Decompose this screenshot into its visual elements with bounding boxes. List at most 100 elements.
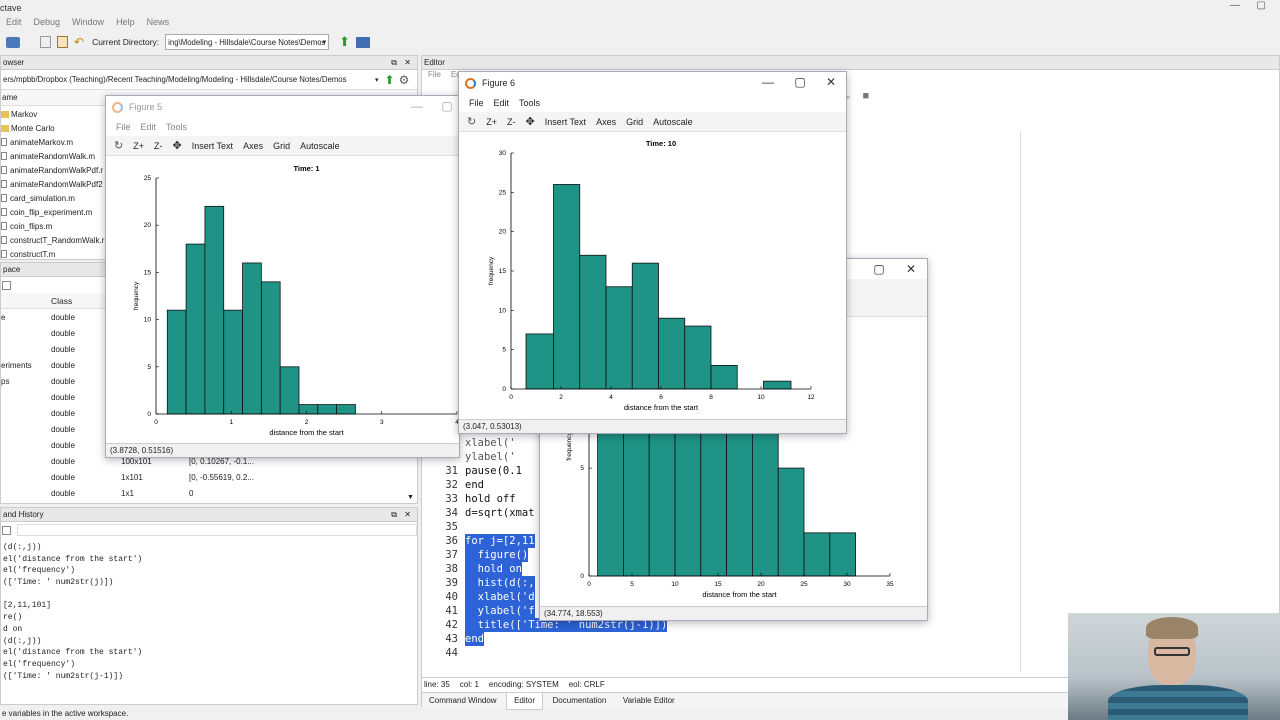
file-list-item[interactable]: coin_flips.m (1, 219, 105, 233)
up-directory-icon[interactable]: ⬆ (339, 34, 350, 50)
maximize-icon[interactable]: ▢ (785, 72, 815, 92)
workspace-row[interactable]: double 1x1 0 (1, 485, 417, 501)
figure6-menu-file[interactable]: File (469, 98, 484, 108)
filter-checkbox[interactable] (2, 525, 11, 535)
figure5-menu-tools[interactable]: Tools (166, 122, 187, 132)
code-line[interactable]: 44 (430, 646, 465, 660)
insert-text-button[interactable]: Insert Text (545, 117, 586, 127)
figure5-menu-edit[interactable]: Edit (141, 122, 157, 132)
figure6-plot[interactable]: 0 2 4 6 8 10 12 0 5 10 15 20 25 30 Time: 10 distance fr… (459, 132, 846, 419)
zoom-out-button[interactable]: Z- (507, 117, 516, 127)
code-line[interactable]: 36 for j=[2,11 (430, 534, 535, 548)
menu-edit[interactable]: Edit (0, 17, 22, 27)
tab-command-window[interactable]: Command Window (422, 693, 504, 709)
code-line[interactable]: 41 ylabel('f (430, 604, 535, 618)
tab-editor[interactable]: Editor (506, 693, 543, 710)
grid-button[interactable]: Grid (626, 117, 643, 127)
editor-menu-file[interactable]: File (428, 70, 441, 84)
copy-icon[interactable] (40, 36, 51, 48)
file-list-item[interactable]: constructT_RandomWalk.r (1, 233, 105, 247)
code-line[interactable]: 38 hold on (430, 562, 522, 576)
file-browser-path[interactable]: ers/mpbb/Dropbox (Teaching)/Recent Teach… (3, 75, 375, 84)
history-filter-input[interactable] (17, 524, 417, 536)
current-dir-field[interactable]: ing\Modeling - Hillsdale\Course Notes\De… (165, 34, 330, 50)
tab-documentation[interactable]: Documentation (546, 693, 614, 709)
code-line[interactable]: 37 figure() (430, 548, 529, 562)
menu-news[interactable]: News (147, 17, 170, 27)
figure6-menu-tools[interactable]: Tools (519, 98, 540, 108)
history-entry[interactable] (3, 589, 417, 601)
figure5-menu-file[interactable]: File (116, 122, 131, 132)
close-icon[interactable]: ✕ (404, 508, 411, 522)
close-icon[interactable]: ✕ (816, 72, 846, 92)
chevron-down-icon[interactable]: ▼ (407, 494, 414, 501)
undo-icon[interactable]: ↶ (74, 35, 84, 49)
history-entry[interactable]: (d(:,j)) (3, 636, 417, 648)
code-line[interactable]: 39 hist(d(:, (430, 576, 535, 590)
gear-icon[interactable]: ⚙ (399, 73, 410, 87)
browse-folder-icon[interactable] (356, 36, 371, 48)
file-list-item[interactable]: animateMarkov.m (1, 135, 105, 149)
file-list-item[interactable]: animateRandomWalk.m (1, 149, 105, 163)
code-line[interactable]: 35 (430, 520, 465, 534)
file-list-item[interactable]: Markov (1, 107, 105, 121)
file-list-item[interactable]: card_simulation.m (1, 191, 105, 205)
history-entry[interactable]: (['Time: ' num2str(j)]) (3, 577, 417, 589)
paste-icon[interactable] (57, 36, 68, 48)
code-line[interactable]: 32 end (430, 478, 484, 492)
minimize-icon[interactable]: — (753, 72, 783, 92)
stop-icon[interactable]: ■ (862, 90, 869, 103)
code-line[interactable]: 40 xlabel('d (430, 590, 535, 604)
insert-text-button[interactable]: Insert Text (192, 141, 233, 151)
file-list-item[interactable]: animateRandomWalkPdf.r (1, 163, 105, 177)
rotate-icon[interactable]: ↻ (467, 115, 476, 128)
tab-variable-editor[interactable]: Variable Editor (616, 693, 682, 709)
history-entry[interactable]: [2,11,101] (3, 600, 417, 612)
class-column-header[interactable]: Class (51, 293, 72, 309)
code-line[interactable]: 34 d=sqrt(xmat (430, 506, 534, 520)
pan-icon[interactable]: ✥ (525, 115, 534, 128)
workspace-row[interactable]: double 1x101 [0, -0.55619, 0.2... (1, 469, 417, 485)
code-line[interactable]: 33 hold off (430, 492, 515, 506)
file-list-item[interactable]: animateRandomWalkPdf2 (1, 177, 105, 191)
history-entry[interactable]: el('distance from the start') (3, 554, 417, 566)
autoscale-button[interactable]: Autoscale (653, 117, 693, 127)
open-folder-icon[interactable] (6, 36, 20, 48)
chevron-down-icon[interactable]: ▾ (323, 35, 327, 49)
grid-button[interactable]: Grid (273, 141, 290, 151)
history-entry[interactable]: el('frequency') (3, 565, 417, 577)
pan-icon[interactable]: ✥ (172, 139, 181, 152)
maximize-icon[interactable]: ▢ (864, 259, 894, 279)
chevron-down-icon[interactable]: ▾ (375, 76, 379, 84)
code-line[interactable]: 31 pause(0.1 (430, 464, 522, 478)
zoom-in-button[interactable]: Z+ (486, 117, 497, 127)
history-entry[interactable]: (['Time: ' num2str(j-1)]) (3, 671, 417, 683)
minimize-icon[interactable]: — (402, 96, 432, 116)
undock-icon[interactable]: ⧉ (391, 56, 397, 70)
file-list-item[interactable]: Monte Carlo (1, 121, 105, 135)
filter-checkbox[interactable] (2, 280, 11, 290)
history-entry[interactable]: el('distance from the start') (3, 647, 417, 659)
figure5-plot[interactable]: 0 1 2 3 40510152025Time: 1distance from the … (106, 156, 459, 443)
file-list-item[interactable]: constructT.m (1, 247, 105, 261)
axes-button[interactable]: Axes (243, 141, 263, 151)
close-icon[interactable]: ✕ (896, 259, 926, 279)
close-icon[interactable]: ✕ (404, 56, 411, 70)
file-list-item[interactable]: coin_flip_experiment.m (1, 205, 105, 219)
menu-debug[interactable]: Debug (34, 17, 61, 27)
rotate-icon[interactable]: ↻ (114, 139, 123, 152)
menu-help[interactable]: Help (116, 17, 135, 27)
history-entry[interactable]: el('frequency') (3, 659, 417, 671)
zoom-in-button[interactable]: Z+ (133, 141, 144, 151)
zoom-out-button[interactable]: Z- (154, 141, 163, 151)
axes-button[interactable]: Axes (596, 117, 616, 127)
history-entry[interactable]: (d(:,j)) (3, 542, 417, 554)
code-line[interactable]: 43 end (430, 632, 484, 646)
menu-window[interactable]: Window (72, 17, 104, 27)
history-entry[interactable]: re() (3, 612, 417, 624)
undock-icon[interactable]: ⧉ (391, 508, 397, 522)
history-entry[interactable]: d on (3, 624, 417, 636)
autoscale-button[interactable]: Autoscale (300, 141, 340, 151)
up-directory-icon[interactable]: ⬆ (385, 73, 395, 87)
figure6-menu-edit[interactable]: Edit (494, 98, 510, 108)
